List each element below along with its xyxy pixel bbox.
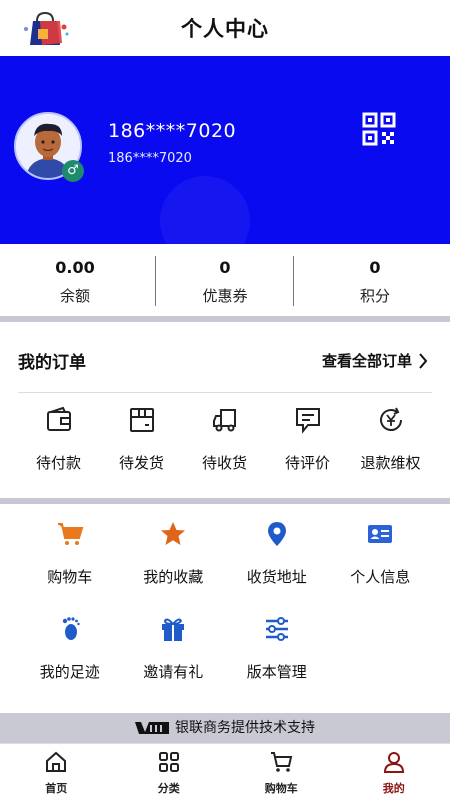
user-icon [383,752,404,773]
chevron-right-icon [419,352,428,369]
profile-banner: ♂ 186****7020 186****7020 [0,56,450,244]
nav-home[interactable]: 首页 [0,744,113,800]
location-icon [267,522,286,546]
grid-icon [158,752,179,772]
order-item-label: 待发货 [118,454,164,472]
page-title: 个人中心 [181,17,269,41]
footprint-icon [62,617,80,640]
view-all-orders-label: 查看全部订单 [321,352,412,370]
order-pending-payment[interactable]: 待付款 [17,406,100,473]
service-label: 邀请有礼 [143,663,204,681]
wallet-icon [46,406,71,431]
nav-cart[interactable]: 购物车 [225,744,338,800]
username: 186****7020 [108,120,237,142]
tech-support-footer: 银联商务提供技术支持 [0,713,450,743]
service-footprints[interactable]: 我的足迹 [18,615,122,682]
star-icon [161,522,186,545]
divider [155,256,156,306]
services-grid: 购物车 我的收藏 收货地址 个人信息 我的足迹 邀请有礼 版本管理 [18,520,432,682]
comment-icon [295,408,320,434]
user-account: 186****7020 [108,151,192,166]
order-status-row: 待付款 待发货 待收货 待评价 退款维权 [0,406,450,473]
nav-label: 购物车 [264,782,298,795]
stat-coupons[interactable]: 0 优惠券 [150,244,300,316]
order-refund[interactable]: 退款维权 [349,406,432,473]
nav-label: 我的 [382,782,405,795]
stat-points[interactable]: 0 积分 [300,244,450,316]
account-stats: 0.00 余额 0 优惠券 0 积分 [0,244,450,316]
qr-code-icon[interactable] [362,112,396,146]
stat-label: 优惠券 [202,287,248,305]
service-label: 我的收藏 [143,568,204,586]
order-pending-receipt[interactable]: 待收货 [183,406,266,473]
service-invite[interactable]: 邀请有礼 [122,615,226,682]
sliders-icon [265,617,288,641]
cart-icon [57,523,84,545]
truck-icon [212,409,236,432]
stat-value: 0.00 [55,258,95,277]
section-separator [0,316,450,322]
service-address[interactable]: 收货地址 [225,520,329,587]
order-item-label: 待付款 [35,454,81,472]
stat-label: 余额 [59,287,90,305]
service-label: 我的足迹 [39,663,100,681]
service-cart[interactable]: 购物车 [18,520,122,587]
order-item-label: 退款维权 [360,454,421,472]
order-pending-review[interactable]: 待评价 [266,406,349,473]
order-item-label: 待评价 [284,454,330,472]
id-card-icon [368,525,393,543]
view-all-orders-link[interactable]: 查看全部订单 [322,350,428,371]
package-icon [129,408,154,432]
service-label: 个人信息 [350,568,411,586]
stat-label: 积分 [359,287,390,305]
home-icon [46,751,67,772]
service-label: 购物车 [47,568,93,586]
service-personal-info[interactable]: 个人信息 [329,520,433,587]
nav-label: 首页 [45,782,68,795]
nav-mine[interactable]: 我的 [338,744,450,800]
bottom-navigation: 首页 分类 购物车 我的 [0,743,450,800]
order-item-label: 待收货 [201,454,247,472]
nav-label: 分类 [157,782,180,795]
cart-icon [271,752,293,772]
tech-support-text: 银联商务提供技术支持 [175,720,315,736]
divider [18,392,432,393]
banner-decoration [160,176,250,244]
order-pending-shipment[interactable]: 待发货 [100,406,183,473]
service-label: 版本管理 [246,663,307,681]
gender-male-icon: ♂ [62,160,84,182]
refund-icon [379,407,402,431]
top-bar: 个人中心 [0,0,450,56]
stat-value: 0 [369,258,381,277]
section-separator [0,498,450,504]
service-favorites[interactable]: 我的收藏 [122,520,226,587]
stat-value: 0 [219,258,231,277]
service-label: 收货地址 [246,568,307,586]
gift-icon [162,618,185,641]
stat-balance[interactable]: 0.00 余额 [0,244,150,316]
service-version[interactable]: 版本管理 [225,615,329,682]
nav-category[interactable]: 分类 [113,744,226,800]
divider [293,256,294,306]
orders-title: 我的订单 [18,353,86,373]
unionpay-logo-icon [135,722,169,734]
